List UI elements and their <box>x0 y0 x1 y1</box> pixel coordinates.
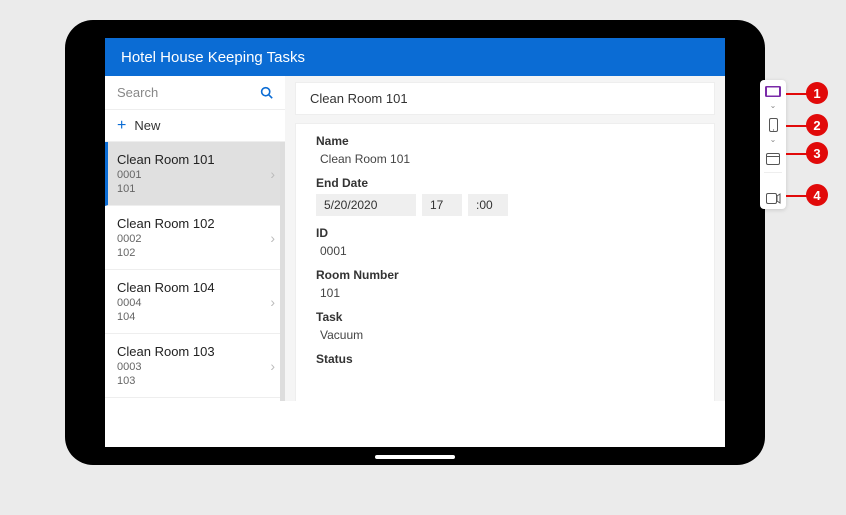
callout-3: 3 <box>806 142 828 164</box>
label-id: ID <box>316 226 694 240</box>
callout-4: 4 <box>806 184 828 206</box>
list-item-room: 102 <box>117 247 273 259</box>
callout-1: 1 <box>806 82 828 104</box>
sidebar: Search + New Clean Room 1010001101›Clean… <box>105 76 285 447</box>
list-item-id: 0002 <box>117 233 273 245</box>
list-item-room: 101 <box>117 183 273 195</box>
list-item-id: 0001 <box>117 169 273 181</box>
new-label: New <box>134 118 160 133</box>
enddate-minute[interactable]: :00 <box>468 194 508 216</box>
search-input[interactable]: Search <box>105 76 285 110</box>
chevron-right-icon: › <box>270 230 275 246</box>
list-item-room: 104 <box>117 311 273 323</box>
app-content: Search + New Clean Room 1010001101›Clean… <box>105 76 725 447</box>
enddate-date[interactable]: 5/20/2020 <box>316 194 416 216</box>
label-name: Name <box>316 134 694 148</box>
value-task: Vacuum <box>316 328 694 342</box>
tablet-landscape-icon[interactable] <box>765 84 781 98</box>
app-title: Hotel House Keeping Tasks <box>121 49 305 66</box>
callout-line <box>786 153 808 155</box>
callout-2: 2 <box>806 114 828 136</box>
search-placeholder: Search <box>117 85 260 100</box>
plus-icon: + <box>117 117 126 135</box>
chevron-right-icon: › <box>270 294 275 310</box>
value-id: 0001 <box>316 244 694 258</box>
enddate-hour[interactable]: 17 <box>422 194 462 216</box>
tablet-frame: Hotel House Keeping Tasks Search + New C… <box>65 20 765 465</box>
chevron-right-icon: › <box>270 166 275 182</box>
search-icon <box>260 86 273 99</box>
device-preview-panel: ⌄ ⌄ <box>760 80 786 209</box>
list-item[interactable]: Clean Room 102 0002 102› <box>105 206 285 270</box>
new-button[interactable]: + New <box>105 110 285 142</box>
callout-line <box>786 93 808 95</box>
video-icon[interactable] <box>765 191 781 205</box>
callout-line <box>786 195 808 197</box>
detail-header: Clean Room 101 <box>295 82 715 115</box>
divider <box>764 172 782 173</box>
label-task: Task <box>316 310 694 324</box>
list-item-title: Clean Room 102 <box>117 216 273 231</box>
list-item-id: 0003 <box>117 361 273 373</box>
detail-title: Clean Room 101 <box>310 91 408 106</box>
list-item-id: 0004 <box>117 297 273 309</box>
label-status: Status <box>316 352 694 366</box>
list-item[interactable]: Clean Room 103 0003 103› <box>105 334 285 398</box>
phone-icon[interactable] <box>765 118 781 132</box>
value-enddate: 5/20/2020 17 :00 <box>316 194 694 216</box>
label-room: Room Number <box>316 268 694 282</box>
chevron-down-icon[interactable]: ⌄ <box>770 136 777 144</box>
bottom-blank <box>105 401 725 447</box>
callout-line <box>786 125 808 127</box>
list-item-title: Clean Room 104 <box>117 280 273 295</box>
list-item[interactable]: Clean Room 104 0004 104› <box>105 270 285 334</box>
web-icon[interactable] <box>765 152 781 166</box>
app-screen: Hotel House Keeping Tasks Search + New C… <box>105 38 725 447</box>
detail-body: Name Clean Room 101 End Date 5/20/2020 1… <box>295 123 715 447</box>
label-enddate: End Date <box>316 176 694 190</box>
list-item-title: Clean Room 103 <box>117 344 273 359</box>
chevron-right-icon: › <box>270 358 275 374</box>
detail-pane: Clean Room 101 Name Clean Room 101 End D… <box>295 76 715 447</box>
chevron-down-icon[interactable]: ⌄ <box>770 102 777 110</box>
list-item-room: 103 <box>117 375 273 387</box>
home-indicator <box>375 455 455 459</box>
app-header: Hotel House Keeping Tasks <box>105 38 725 76</box>
list-item-title: Clean Room 101 <box>117 152 273 167</box>
value-room: 101 <box>316 286 694 300</box>
value-name: Clean Room 101 <box>316 152 694 166</box>
list-item[interactable]: Clean Room 101 0001 101› <box>105 142 285 206</box>
